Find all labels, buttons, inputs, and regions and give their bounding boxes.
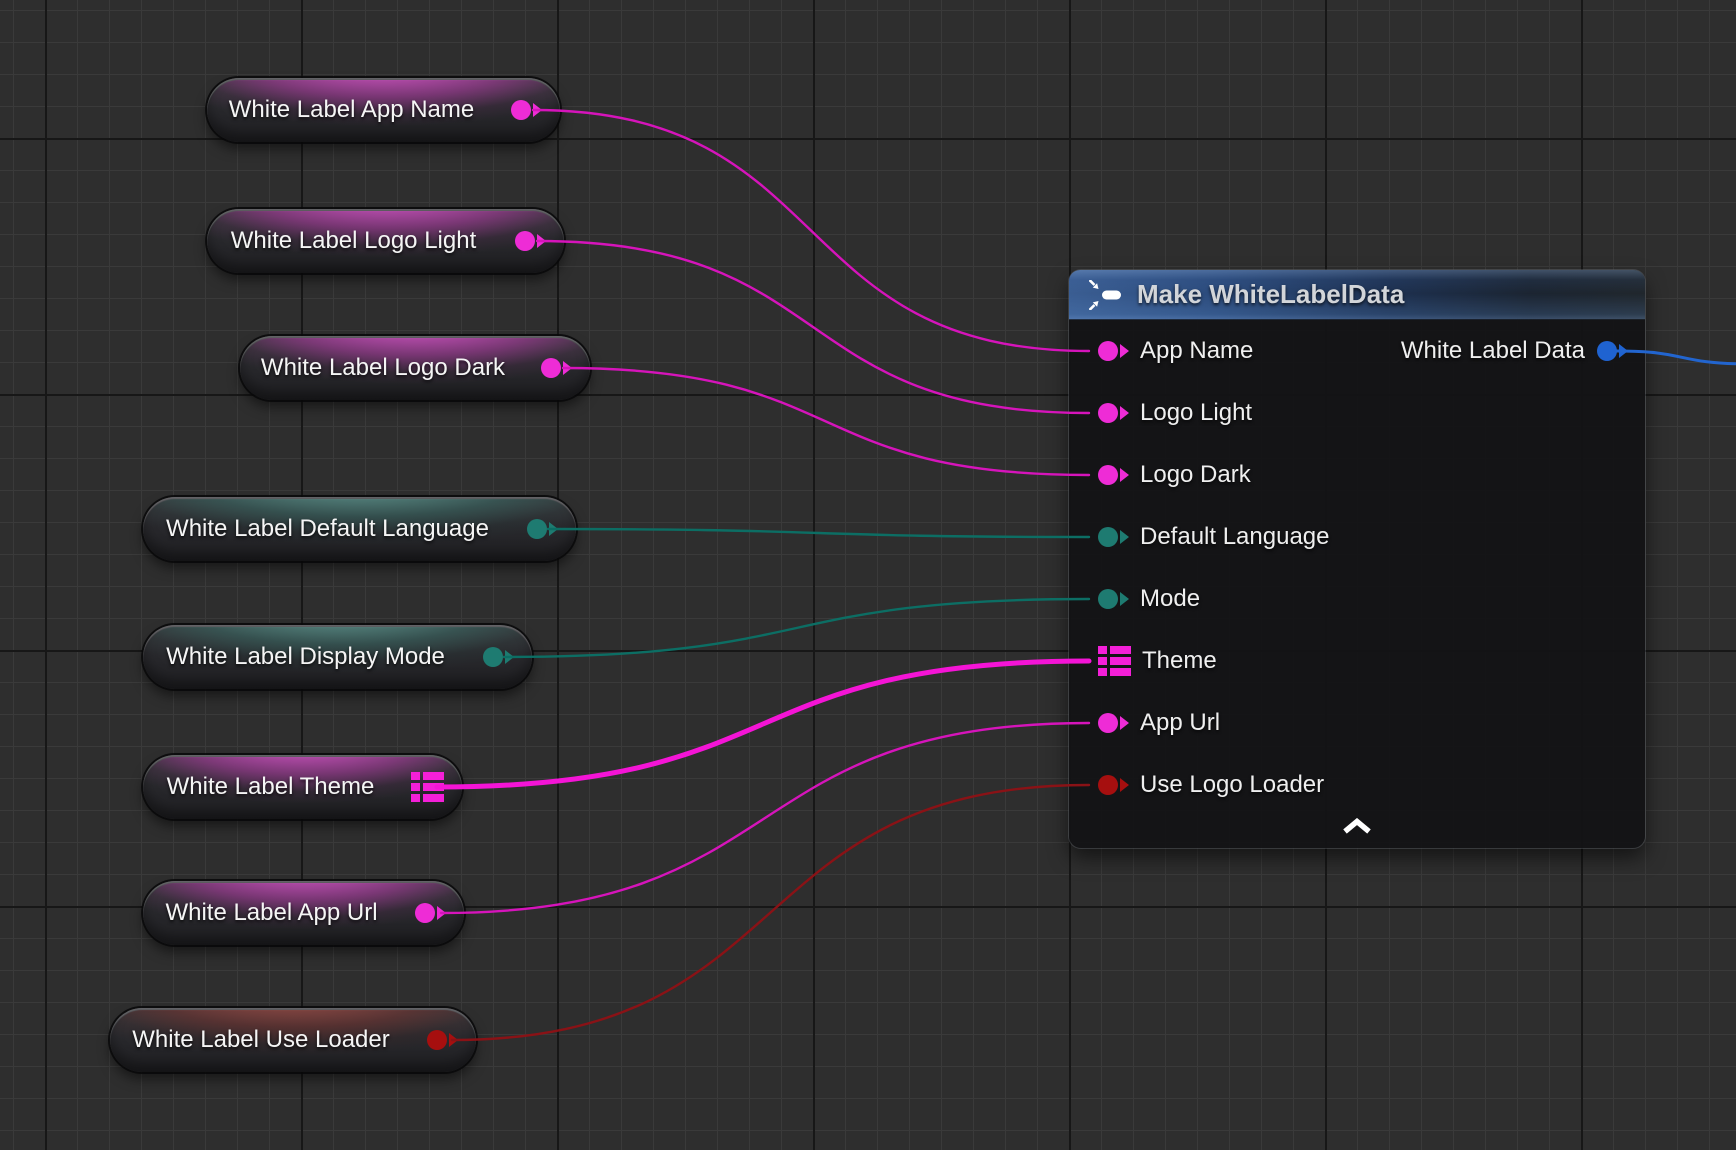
wire-logo-light[interactable] — [537, 241, 1089, 413]
node-white-label-logo-light[interactable]: White Label Logo Light — [207, 209, 564, 273]
node-label: White Label App Url — [165, 899, 377, 927]
pin-use-logo-loader-input[interactable] — [1098, 775, 1129, 795]
pin-label: Mode — [1140, 585, 1200, 613]
node-white-label-theme[interactable]: White Label Theme — [143, 755, 462, 819]
node-make-whitelabeldata[interactable]: Make WhiteLabelData App Name Logo Light … — [1069, 270, 1645, 848]
pin-row-logo-light: Logo Light — [1069, 382, 1252, 444]
pin-ball — [1098, 775, 1118, 795]
node-white-label-display-mode[interactable]: White Label Display Mode — [143, 625, 532, 689]
pin-ball — [515, 231, 535, 251]
pin-ball — [527, 519, 547, 539]
node-label: White Label Use Loader — [132, 1026, 389, 1054]
pin-row-logo-dark: Logo Dark — [1069, 444, 1251, 506]
pin-label: White Label Data — [1401, 337, 1585, 365]
pin-arrow-icon — [1120, 592, 1129, 606]
wire-app-url[interactable] — [441, 723, 1089, 913]
collapse-advanced-pins-button[interactable] — [1335, 813, 1379, 839]
pin-ball — [541, 358, 561, 378]
node-label: White Label Logo Light — [231, 227, 477, 255]
pin-label: Logo Dark — [1140, 461, 1251, 489]
wire-display-mode[interactable] — [504, 599, 1089, 657]
pin-ball — [483, 647, 503, 667]
pin-default-language-input[interactable] — [1098, 527, 1129, 547]
pin-app-url-input[interactable] — [1098, 713, 1129, 733]
pin-theme-input[interactable] — [1098, 646, 1131, 676]
wire-use-loader[interactable] — [452, 785, 1089, 1040]
pin-ball — [1098, 341, 1118, 361]
pin-app-name-input[interactable] — [1098, 341, 1129, 361]
pin-logo-light-input[interactable] — [1098, 403, 1129, 423]
node-white-label-app-url[interactable]: White Label App Url — [143, 881, 464, 945]
pin-row-use-logo-loader: Use Logo Loader — [1069, 754, 1324, 816]
pin-arrow-icon — [1120, 530, 1129, 544]
node-label: White Label Display Mode — [166, 643, 445, 671]
node-label: White Label Default Language — [166, 515, 489, 543]
pin-label: App Name — [1140, 337, 1253, 365]
pin-label: Theme — [1142, 647, 1217, 675]
node-title: Make WhiteLabelData — [1137, 279, 1404, 310]
make-struct-icon — [1089, 280, 1123, 310]
pin-ball — [427, 1030, 447, 1050]
pin-ball — [1098, 403, 1118, 423]
pin-arrow-icon — [1120, 778, 1129, 792]
wire-app-name[interactable] — [533, 110, 1089, 351]
pin-label: Default Language — [1140, 523, 1330, 551]
node-white-label-logo-dark[interactable]: White Label Logo Dark — [240, 336, 590, 400]
pin-row-white-label-data: White Label Data — [1401, 320, 1645, 382]
node-header[interactable]: Make WhiteLabelData — [1069, 270, 1645, 320]
node-label: White Label Theme — [167, 773, 375, 801]
blueprint-graph-canvas[interactable]: White Label App Name White Label Logo Li… — [0, 0, 1736, 1150]
pin-arrow-icon — [1120, 716, 1129, 730]
wire-default-language[interactable] — [548, 529, 1089, 537]
node-white-label-app-name[interactable]: White Label App Name — [207, 78, 560, 142]
node-white-label-use-loader[interactable]: White Label Use Loader — [110, 1008, 476, 1072]
chevron-up-icon — [1340, 818, 1374, 834]
pin-ball — [1098, 465, 1118, 485]
pin-ball — [1098, 713, 1118, 733]
pin-ball — [511, 100, 531, 120]
pin-label: Logo Light — [1140, 399, 1252, 427]
pin-ball — [1098, 589, 1118, 609]
pin-label: Use Logo Loader — [1140, 771, 1324, 799]
pin-ball — [415, 903, 435, 923]
pin-row-app-url: App Url — [1069, 692, 1220, 754]
wire-logo-dark[interactable] — [563, 368, 1089, 475]
pin-label: App Url — [1140, 709, 1220, 737]
node-label: White Label App Name — [229, 96, 474, 124]
pin-mode-input[interactable] — [1098, 589, 1129, 609]
pin-logo-dark-input[interactable] — [1098, 465, 1129, 485]
node-white-label-default-language[interactable]: White Label Default Language — [143, 497, 576, 561]
pin-arrow-icon — [1120, 468, 1129, 482]
wire-theme[interactable] — [437, 661, 1089, 787]
struct-pin-icon — [1098, 646, 1131, 676]
pin-row-default-language: Default Language — [1069, 506, 1330, 568]
pin-ball — [1098, 527, 1118, 547]
pin-ball — [1597, 341, 1617, 361]
pin-arrow-icon — [1120, 344, 1129, 358]
pin-row-app-name: App Name — [1069, 320, 1253, 382]
pin-arrow-icon — [1120, 406, 1129, 420]
node-label: White Label Logo Dark — [261, 354, 505, 382]
